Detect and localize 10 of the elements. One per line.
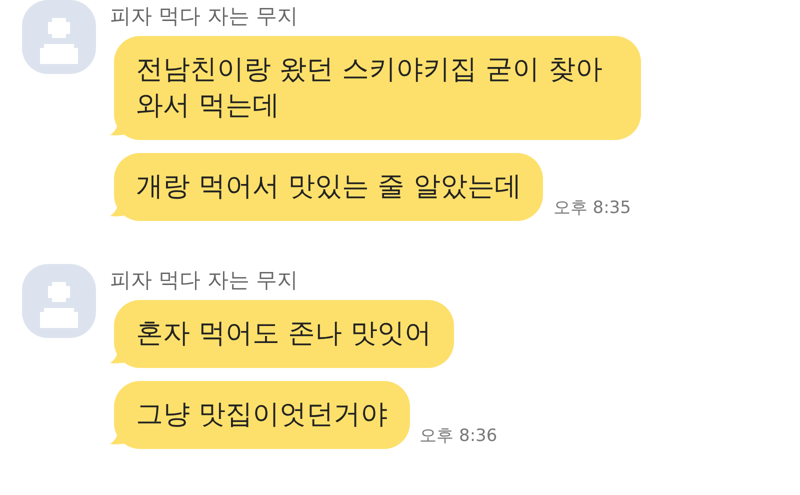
sender-name: 피자 먹다 자는 무지	[110, 267, 300, 294]
message-bubble: 혼자 먹어도 존나 맛잇어	[114, 300, 454, 368]
avatar-icon	[22, 264, 96, 338]
sender-name: 피자 먹다 자는 무지	[110, 3, 300, 30]
message-bubble: 개랑 먹어서 맛있는 줄 알았는데	[114, 153, 544, 221]
timestamp: 오후 8:35	[553, 196, 631, 220]
avatar-icon	[22, 0, 96, 74]
message-bubble: 그냥 맛집이엇던거야	[114, 381, 410, 449]
message-bubble: 전남친이랑 왔던 스키야키집 굳이 찾아 와서 먹는데	[114, 36, 641, 140]
timestamp: 오후 8:36	[420, 424, 498, 448]
